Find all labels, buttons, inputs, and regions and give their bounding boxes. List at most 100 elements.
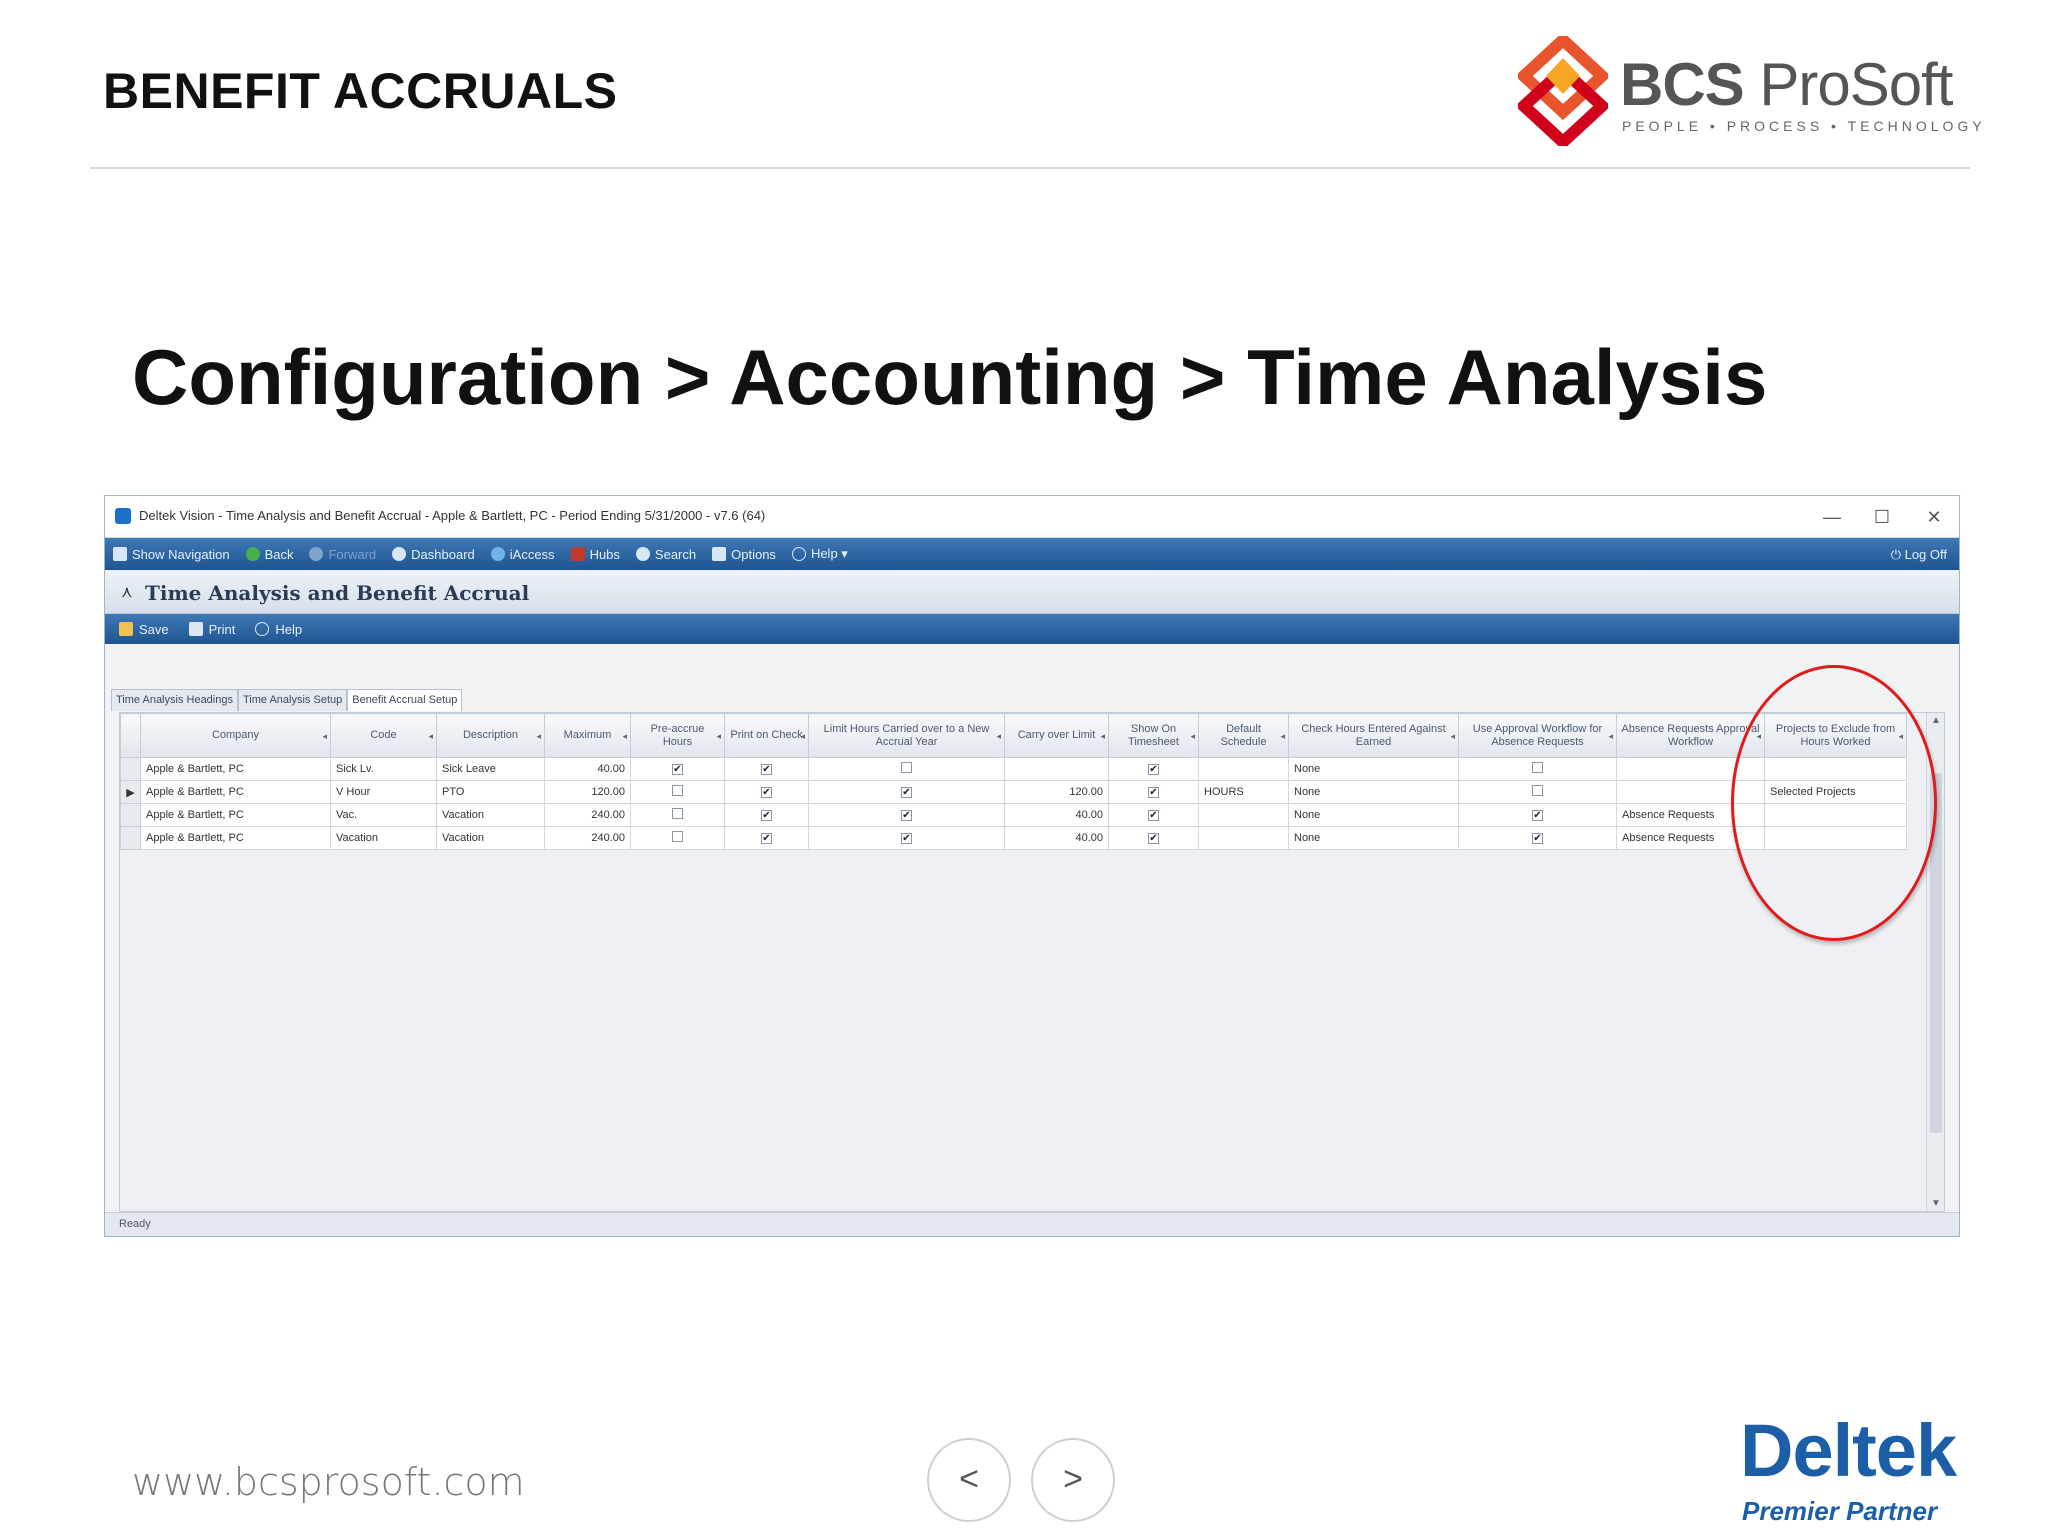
unchecked-checkbox-icon[interactable] [1532,785,1543,796]
grid-cell-company[interactable]: Apple & Bartlett, PC [140,826,331,850]
column-pin-icon[interactable]: ◂ [800,730,805,743]
close-button[interactable]: ✕ [1919,504,1949,530]
table-row[interactable]: Apple & Bartlett, PC Sick Lv. Sick Leave 40… [120,757,1907,781]
grid-cell-maximum[interactable]: 240.00 [544,803,631,827]
row-selector[interactable] [120,757,141,781]
minimize-button[interactable]: — [1817,504,1847,530]
grid-cell-use-approval[interactable]: ✔ [1458,803,1617,827]
row-selector[interactable] [120,826,141,850]
iaccess-button[interactable]: iAccess [490,547,555,562]
grid-cell-maximum[interactable]: 240.00 [544,826,631,850]
checked-checkbox-icon[interactable]: ✔ [901,787,912,798]
checked-checkbox-icon[interactable]: ✔ [1148,810,1159,821]
checked-checkbox-icon[interactable]: ✔ [1532,833,1543,844]
grid-cell-description[interactable]: Vacation [436,826,545,850]
column-header-maximum[interactable]: Maximum ◂ [544,713,631,758]
search-button[interactable]: Search [635,547,696,562]
grid-cell-carry-limit[interactable]: 40.00 [1004,803,1109,827]
footer-website-link[interactable]: www.bcsprosoft.com [132,1460,525,1504]
grid-cell-show-ts[interactable]: ✔ [1108,780,1199,804]
scroll-up-icon[interactable]: ▲ [1927,715,1945,726]
grid-cell-check-hours[interactable]: None [1288,826,1459,850]
checked-checkbox-icon[interactable]: ✔ [672,764,683,775]
grid-cell-approval-wf[interactable]: Absence Requests [1616,826,1765,850]
grid-cell-description[interactable]: Sick Leave [436,757,545,781]
tab-time-analysis-headings[interactable]: Time Analysis Headings [111,689,238,711]
table-row[interactable]: ▶ Apple & Bartlett, PC V Hour PTO 120.00 ✔ ✔ 12… [120,780,1907,804]
grid-cell-projects-exclude[interactable] [1764,803,1907,827]
checked-checkbox-icon[interactable]: ✔ [1148,764,1159,775]
help-button[interactable]: Help [255,622,302,637]
unchecked-checkbox-icon[interactable] [901,762,912,773]
checked-checkbox-icon[interactable]: ✔ [1148,787,1159,798]
column-pin-icon[interactable]: ◂ [1898,730,1903,743]
next-slide-button[interactable]: > [1031,1438,1115,1522]
grid-cell-check-hours[interactable]: None [1288,780,1459,804]
column-pin-icon[interactable]: ◂ [1280,730,1285,743]
grid-cell-schedule[interactable] [1198,826,1289,850]
row-selector[interactable]: ▶ [120,780,141,804]
grid-cell-use-approval[interactable]: ✔ [1458,826,1617,850]
show-navigation-button[interactable]: Show Navigation [113,547,230,562]
column-header-check-hours-entered[interactable]: Check Hours Entered Against Earned ◂ [1288,713,1459,758]
column-pin-icon[interactable]: ◂ [622,730,627,743]
column-pin-icon[interactable]: ◂ [1450,730,1455,743]
column-header-show-on-timesheet[interactable]: Show On Timesheet ◂ [1108,713,1199,758]
grid-cell-approval-wf[interactable] [1616,780,1765,804]
grid-cell-use-approval[interactable] [1458,757,1617,781]
back-button[interactable]: Back [245,547,293,562]
grid-cell-show-ts[interactable]: ✔ [1108,757,1199,781]
grid-cell-preaccrue[interactable] [630,826,725,850]
unchecked-checkbox-icon[interactable] [1532,762,1543,773]
grid-cell-show-ts[interactable]: ✔ [1108,803,1199,827]
column-header-company[interactable]: Company ◂ [140,713,331,758]
grid-cell-code[interactable]: Sick Lv. [330,757,437,781]
column-header-projects-to-exclude[interactable]: Projects to Exclude from Hours Worked ◂ [1764,713,1907,758]
column-pin-icon[interactable]: ◂ [1190,730,1195,743]
grid-cell-check-hours[interactable]: None [1288,757,1459,781]
checked-checkbox-icon[interactable]: ✔ [761,764,772,775]
log-off-button[interactable]: ⏻ Log Off [1891,547,1947,563]
grid-cell-print-check[interactable]: ✔ [724,803,809,827]
table-row[interactable]: Apple & Bartlett, PC Vac. Vacation 240.00 ✔ ✔… [120,803,1907,827]
maximize-button[interactable]: ☐ [1867,504,1897,530]
grid-cell-preaccrue[interactable] [630,803,725,827]
grid-cell-company[interactable]: Apple & Bartlett, PC [140,757,331,781]
checked-checkbox-icon[interactable]: ✔ [1532,810,1543,821]
grid-cell-description[interactable]: PTO [436,780,545,804]
grid-cell-show-ts[interactable]: ✔ [1108,826,1199,850]
grid-cell-limit-carry[interactable] [808,757,1005,781]
scroll-down-icon[interactable]: ▼ [1927,1198,1945,1209]
checked-checkbox-icon[interactable]: ✔ [901,810,912,821]
grid-cell-schedule[interactable] [1198,757,1289,781]
column-pin-icon[interactable]: ◂ [1756,730,1761,743]
column-pin-icon[interactable]: ◂ [996,730,1001,743]
previous-slide-button[interactable]: < [927,1438,1011,1522]
column-pin-icon[interactable]: ◂ [428,730,433,743]
checked-checkbox-icon[interactable]: ✔ [761,810,772,821]
unchecked-checkbox-icon[interactable] [672,831,683,842]
grid-cell-code[interactable]: Vacation [330,826,437,850]
grid-cell-company[interactable]: Apple & Bartlett, PC [140,780,331,804]
checked-checkbox-icon[interactable]: ✔ [901,833,912,844]
checked-checkbox-icon[interactable]: ✔ [761,833,772,844]
grid-cell-limit-carry[interactable]: ✔ [808,780,1005,804]
hubs-button[interactable]: Hubs [570,547,620,562]
tab-benefit-accrual-setup[interactable]: Benefit Accrual Setup [347,689,463,711]
grid-cell-schedule[interactable] [1198,803,1289,827]
unchecked-checkbox-icon[interactable] [672,785,683,796]
forward-button[interactable]: Forward [309,547,376,562]
grid-cell-projects-exclude[interactable]: Selected Projects [1764,780,1907,804]
grid-cell-code[interactable]: V Hour [330,780,437,804]
column-header-preaccrue-hours[interactable]: Pre-accrue Hours ◂ [630,713,725,758]
grid-cell-maximum[interactable]: 40.00 [544,757,631,781]
grid-cell-print-check[interactable]: ✔ [724,826,809,850]
grid-cell-preaccrue[interactable]: ✔ [630,757,725,781]
print-button[interactable]: Print [188,622,235,637]
column-pin-icon[interactable]: ◂ [322,730,327,743]
dashboard-button[interactable]: Dashboard [392,547,475,562]
column-pin-icon[interactable]: ◂ [1608,730,1613,743]
row-selector[interactable] [120,803,141,827]
grid-cell-company[interactable]: Apple & Bartlett, PC [140,803,331,827]
grid-vertical-scrollbar[interactable]: ▲ ▼ [1926,713,1944,1211]
